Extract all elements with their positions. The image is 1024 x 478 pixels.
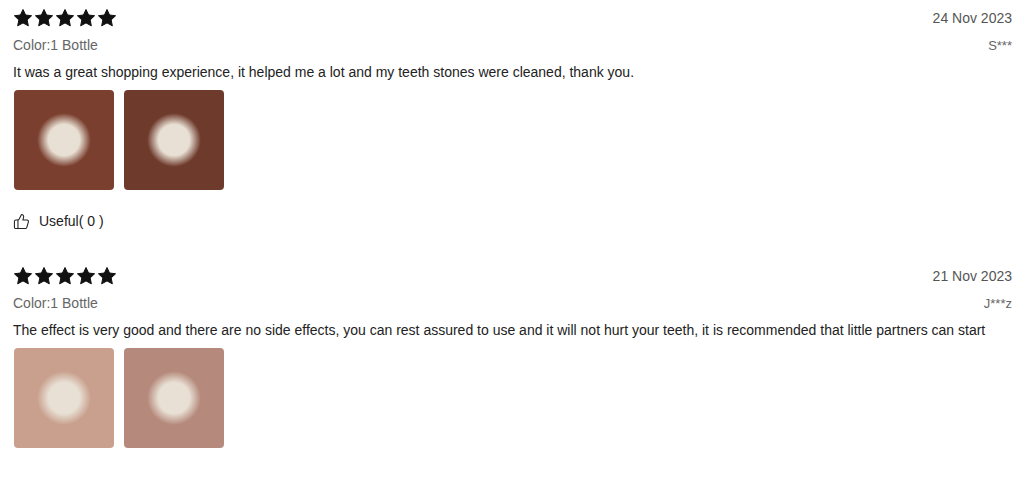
review-photo[interactable] — [14, 90, 114, 190]
thumbs-up-icon — [13, 213, 30, 230]
star-icon — [97, 266, 117, 286]
review-text: It was a great shopping experience, it h… — [13, 63, 1012, 82]
review-photos — [13, 348, 1012, 448]
useful-button[interactable]: Useful( 0 ) — [13, 212, 1012, 230]
review-text: The effect is very good and there are no… — [13, 321, 1012, 340]
star-icon — [55, 8, 75, 28]
star-icon — [13, 8, 33, 28]
star-icon — [76, 266, 96, 286]
star-icon — [55, 266, 75, 286]
review-card: 24 Nov 2023 Color:1 Bottle S*** It was a gr… — [0, 8, 1024, 230]
star-icon — [13, 266, 33, 286]
review-card: 21 Nov 2023 Color:1 Bottle J***z The effect… — [0, 266, 1024, 448]
star-icon — [97, 8, 117, 28]
variant-label: Color:1 Bottle — [13, 37, 98, 53]
star-icon — [76, 8, 96, 28]
review-photo[interactable] — [14, 348, 114, 448]
star-rating — [13, 8, 117, 28]
review-photos — [13, 90, 1012, 190]
variant-label: Color:1 Bottle — [13, 295, 98, 311]
review-photo[interactable] — [124, 348, 224, 448]
review-photo[interactable] — [124, 90, 224, 190]
review-list: 24 Nov 2023 Color:1 Bottle S*** It was a gr… — [0, 0, 1024, 478]
review-date: 21 Nov 2023 — [933, 268, 1012, 284]
review-date: 24 Nov 2023 — [933, 10, 1012, 26]
user-name: S*** — [988, 38, 1012, 53]
star-icon — [34, 8, 54, 28]
star-icon — [34, 266, 54, 286]
user-name: J***z — [984, 296, 1012, 311]
star-rating — [13, 266, 117, 286]
